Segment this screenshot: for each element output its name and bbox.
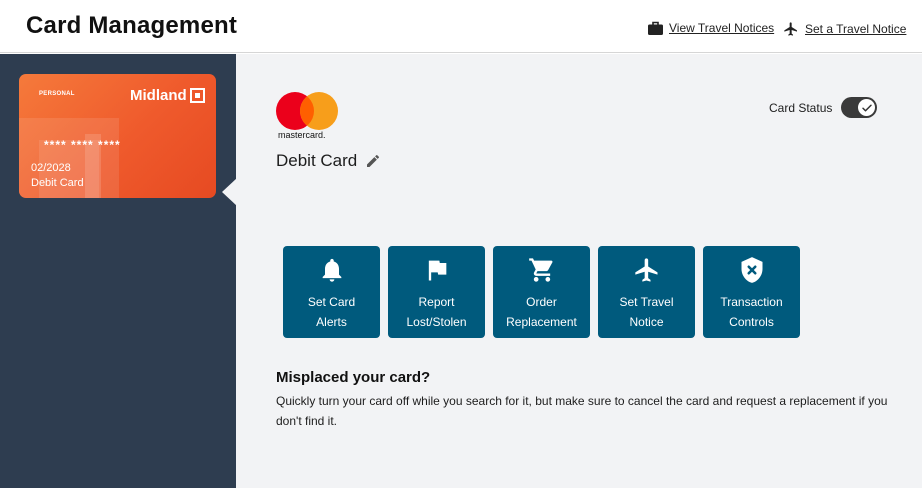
view-travel-notices-label: View Travel Notices (669, 21, 775, 35)
set-card-alerts-button[interactable]: Set Card Alerts (283, 246, 380, 338)
card-type-name: Debit Card (31, 177, 84, 189)
card-name-heading: Debit Card (276, 151, 381, 171)
flag-icon (428, 260, 446, 281)
card-status-toggle[interactable] (841, 97, 878, 118)
action-label: Report Lost/Stolen (406, 295, 467, 329)
page-header: Card Management View Travel Notices Set … (0, 0, 922, 53)
mastercard-overlap (300, 92, 338, 130)
action-label: Order Replacement (506, 295, 577, 329)
card-detail-panel: mastercard. Debit Card Card Status Set C… (236, 54, 922, 488)
card-number: **** **** **** (44, 138, 121, 152)
airplane-icon (784, 22, 797, 36)
pencil-icon[interactable] (365, 153, 381, 169)
set-travel-notice-button[interactable]: Set Travel Notice (598, 246, 695, 338)
action-label: Set Card Alerts (307, 295, 356, 329)
action-label: Set Travel Notice (619, 295, 674, 329)
action-label: Transaction Controls (720, 295, 783, 329)
card-brand-name: Midland (130, 87, 187, 104)
view-travel-notices-link[interactable]: View Travel Notices (648, 21, 774, 35)
transaction-controls-button[interactable]: Transaction Controls (703, 246, 800, 338)
bell-icon (322, 258, 341, 282)
misplaced-card-text: Quickly turn your card off while you sea… (276, 394, 888, 428)
shield-x-icon (741, 257, 762, 283)
card-actions: Set Card Alerts Report Lost/Stolen Order… (283, 246, 808, 338)
report-lost-stolen-button[interactable]: Report Lost/Stolen (388, 246, 485, 338)
card-name: Debit Card (276, 151, 358, 170)
debit-card-tile[interactable]: PERSONAL Midland **** **** **** 02/2028 … (19, 74, 216, 198)
card-expiry: 02/2028 (31, 162, 71, 174)
card-status: Card Status (769, 97, 878, 118)
cart-icon (528, 258, 553, 282)
briefcase-icon (648, 21, 663, 35)
toggle-knob (858, 99, 876, 116)
order-replacement-button[interactable]: Order Replacement (493, 246, 590, 338)
airplane-icon (634, 258, 657, 282)
card-type-label: PERSONAL (39, 91, 75, 97)
mastercard-logo: mastercard. (276, 92, 340, 140)
checkmark-icon (862, 104, 872, 111)
page-title: Card Management (26, 12, 238, 39)
misplaced-card-heading: Misplaced your card? (276, 369, 431, 386)
mastercard-wordmark: mastercard. (278, 130, 326, 140)
midland-logo: Midland (130, 87, 205, 104)
midland-square-icon (189, 88, 205, 103)
card-status-label: Card Status (769, 100, 833, 115)
set-travel-notice-label: Set a Travel Notice (805, 22, 907, 36)
set-travel-notice-link[interactable]: Set a Travel Notice (783, 21, 906, 37)
selected-card-pointer (222, 178, 237, 206)
card-sidebar: PERSONAL Midland **** **** **** 02/2028 … (0, 54, 237, 488)
